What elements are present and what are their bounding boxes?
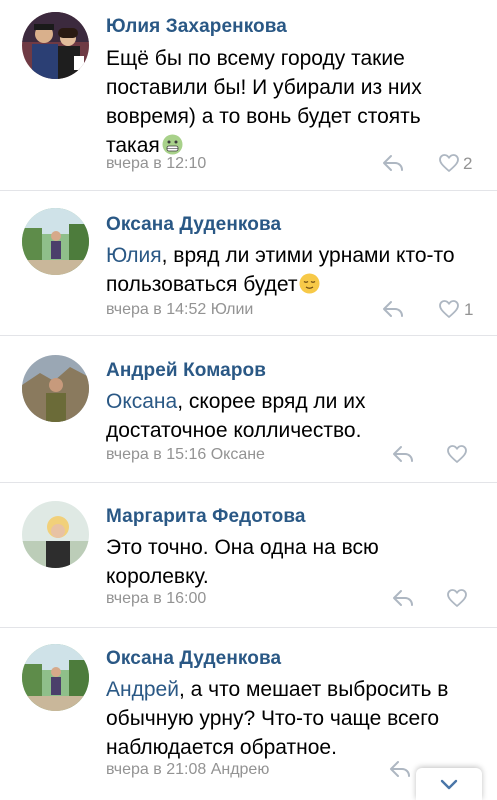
comment-author[interactable]: Оксана Дуденкова [106,214,281,236]
comment-text-fragment: такая [106,134,160,157]
avatar[interactable] [22,355,89,422]
avatar[interactable] [22,644,89,711]
comment-text-line: Это точно. Она одна на всю [106,536,379,559]
comment-author[interactable]: Юлия Захаренкова [106,16,287,38]
like-count: 2 [463,154,473,173]
comment-text-fragment: , а что мешает выбросить в [178,678,449,701]
comment-timestamp: вчера в 12:10 [106,155,207,172]
comment-item: Оксана Дуденкова Юлия, вряд ли этими урн… [0,191,497,336]
reply-icon[interactable] [381,153,405,173]
comment-text-fragment: пользоваться будет [106,273,298,296]
reply-icon[interactable] [388,759,412,779]
reply-icon[interactable] [381,299,405,319]
avatar[interactable] [22,208,89,275]
mention-link[interactable]: Андрей [106,678,179,701]
comment-item: Юлия Захаренкова Ещё бы по всему городу … [0,0,497,191]
sick-face-icon [162,134,183,155]
comment-item: Маргарита Федотова Это точно. Она одна н… [0,483,497,628]
chevron-down-icon [440,779,458,790]
comment-text-line: обычную урну? Что-то чаще всего [106,707,440,730]
heart-icon[interactable] [446,444,468,464]
relieved-face-icon [299,273,320,294]
comment-timestamp: вчера в 16:00 [106,590,207,607]
comment-text-line: поставили бы! И убирали из них [106,76,422,99]
like-count: 1 [464,300,474,319]
avatar[interactable] [22,12,89,79]
scroll-down-button[interactable] [416,768,482,800]
comment-text-line: достаточное колличество. [106,419,362,442]
comment-text-line: Оксана, скорее вряд ли их [106,387,476,416]
comment-item: Андрей Комаров Оксана, скорее вряд ли их… [0,336,497,483]
comment-text-fragment: , вряд ли этими урнами кто-то [161,244,455,267]
comment-timestamp: вчера в 15:16 Оксане [106,446,265,463]
comment-author[interactable]: Андрей Комаров [106,360,266,382]
comment-text-line: Ещё бы по всему городу такие [106,47,405,70]
comment-text: Ещё бы по всему городу такие поставили б… [106,44,476,160]
mention-link[interactable]: Оксана [106,390,177,413]
avatar[interactable] [22,501,89,568]
comment-text-line: вовремя) а то вонь будет стоять [106,105,421,128]
comment-text-line: королевку. [106,565,209,588]
comment-timestamp: вчера в 14:52 Юлии [106,301,254,318]
comment-text: Это точно. Она одна на всю королевку. [106,533,476,591]
comment-text-line: Юлия, вряд ли этими урнами кто-то [106,241,476,270]
heart-icon[interactable] [446,588,468,608]
comment-text: Оксана, скорее вряд ли их достаточное ко… [106,387,476,445]
comment-timestamp: вчера в 21:08 Андрею [106,761,270,778]
reply-icon[interactable] [391,444,415,464]
comment-text-line: наблюдается обратное. [106,736,337,759]
heart-icon[interactable] [438,299,460,319]
heart-icon[interactable] [438,153,460,173]
comment-text: Юлия, вряд ли этими урнами кто-то пользо… [106,241,476,299]
comment-text-line: Андрей, а что мешает выбросить в [106,675,476,704]
comment-text: Андрей, а что мешает выбросить в обычную… [106,675,476,762]
comment-text-fragment: , скорее вряд ли их [177,390,366,413]
comment-text-line: пользоваться будет [106,270,476,299]
reply-icon[interactable] [391,588,415,608]
comment-author[interactable]: Оксана Дуденкова [106,648,281,670]
comment-author[interactable]: Маргарита Федотова [106,506,306,528]
mention-link[interactable]: Юлия [106,244,162,267]
